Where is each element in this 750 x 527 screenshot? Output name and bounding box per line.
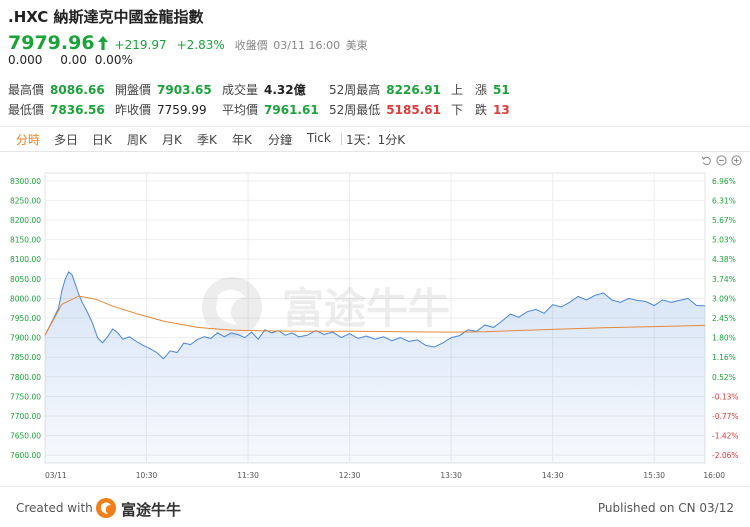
tab-divider [341,133,342,145]
price-tick-label: 8250.00 [10,196,41,205]
after-change: 0.00 [60,53,87,67]
price-change: +219.97 [114,38,167,52]
percent-tick-label: 1.16% [712,353,736,362]
status-time: 03/11 16:00 [273,39,341,52]
price-tick-label: 7950.00 [10,314,41,323]
after-hours-row: 0.000 0.00 0.00% [8,53,147,67]
time-tick-label: 12:30 [339,471,361,480]
footer: Created with 富途牛牛 Published on CN 03/12 [0,486,750,527]
price-row: 7979.96 +219.97 +2.83% 收盤價 03/11 16:00 美… [8,32,370,54]
percent-tick-label: 2.45% [712,314,736,323]
percent-tick-label: 4.38% [712,255,736,264]
price-tick-label: 7600.00 [10,451,41,460]
after-pct: 0.00% [94,53,133,67]
percent-tick-label: 6.31% [712,196,736,205]
stat-low: 最低價 7836.56 [8,103,105,117]
chart-period-tabs: 分時 多日 日K 周K 月K 季K 年K 分鐘 Tick 1天：1分K [0,126,750,152]
interval-dropdown[interactable]: 1天：1分K [346,131,405,148]
price-tick-label: 7650.00 [10,432,41,441]
intraday-chart[interactable]: 富途牛牛 8300.00 8250.00 8200.00 8150.00 8100.00… [0,165,750,485]
stat-high: 最高價 8086.66 [8,83,105,97]
tab-daily-k[interactable]: 日K [92,131,112,148]
percent-tick-label: 5.03% [712,236,736,245]
percent-tick-label: 1.80% [712,334,736,343]
price-tick-label: 8050.00 [10,275,41,284]
watermark-text: 富途牛牛 [282,284,450,333]
tab-weekly-k[interactable]: 周K [127,131,147,148]
price-tick-label: 8200.00 [10,216,41,225]
time-tick-label: 14:30 [542,471,564,480]
stat-average: 平均價 7961.61 [222,103,319,117]
time-axis-labels: 03/11 10:30 11:30 12:30 13:30 14:30 15:30 16:00 [45,471,725,480]
percent-tick-label: 3.74% [712,275,736,284]
tab-yearly-k[interactable]: 年K [232,131,252,148]
time-tick-label: 15:30 [643,471,665,480]
stat-open: 開盤價 7903.65 [115,83,212,97]
percent-tick-label: -1.42% [712,432,739,441]
time-tick-label: 10:30 [136,471,158,480]
tab-minute[interactable]: 分鐘 [268,131,292,148]
status-zone: 美東 [345,39,368,52]
close-status: 收盤價 03/11 16:00 美東 [235,37,370,53]
status-label: 收盤價 [234,39,268,52]
created-with-label: Created with [16,501,93,515]
tab-quarterly-k[interactable]: 季K [197,131,217,148]
percent-tick-label: 0.52% [712,373,736,382]
price-tick-label: 7900.00 [10,334,41,343]
percent-tick-label: 3.09% [712,294,736,303]
price-tick-label: 8150.00 [10,236,41,245]
futu-brand-name: 富途牛牛 [121,501,182,519]
price-tick-label: 7850.00 [10,353,41,362]
time-tick-label: 11:30 [237,471,259,480]
percent-tick-label: -2.06% [712,451,739,460]
futu-logo-icon [96,498,116,518]
tab-multi-day[interactable]: 多日 [54,131,78,148]
stat-volume: 成交量 4.32億 [222,83,306,97]
after-value: 0.000 [8,53,43,67]
price-tick-label: 7800.00 [10,373,41,382]
stat-52wk-low: 52周最低 5185.61 [329,103,441,117]
stat-52wk-high: 52周最高 8226.91 [329,83,441,97]
price-tick-label: 8000.00 [10,294,41,303]
last-price: 7979.96 [8,32,95,54]
price-tick-label: 8100.00 [10,255,41,264]
time-tick-label: 03/11 [45,471,67,480]
stat-prev-close: 昨收價 7759.99 [115,103,207,117]
tab-monthly-k[interactable]: 月K [162,131,182,148]
watermark: 富途牛牛 [202,277,450,337]
price-tick-label: 8300.00 [10,177,41,186]
tab-intraday[interactable]: 分時 [16,131,40,148]
percent-axis-labels: 6.96% 6.31% 5.67% 5.03% 4.38% 3.74% 3.09% 2.45%… [712,177,739,460]
tab-tick[interactable]: Tick [307,131,331,145]
index-title: .HXC 納斯達克中國金龍指數 [8,8,204,26]
percent-tick-label: -0.13% [712,392,739,401]
published-date: Published on CN 03/12 [597,501,734,515]
time-tick-label: 16:00 [703,471,725,480]
percent-tick-label: 5.67% [712,216,736,225]
percent-tick-label: 6.96% [712,177,736,186]
price-change-pct: +2.83% [176,38,225,52]
percent-tick-label: -0.77% [712,412,739,421]
price-tick-label: 7700.00 [10,412,41,421]
price-axis-labels: 8300.00 8250.00 8200.00 8150.00 8100.00 8050.… [10,177,41,460]
stat-decliners: 下 跌 13 [451,103,510,117]
up-arrow-icon [97,36,108,50]
time-tick-label: 13:30 [440,471,462,480]
price-tick-label: 7750.00 [10,392,41,401]
stat-advancers: 上 漲 51 [451,83,510,97]
